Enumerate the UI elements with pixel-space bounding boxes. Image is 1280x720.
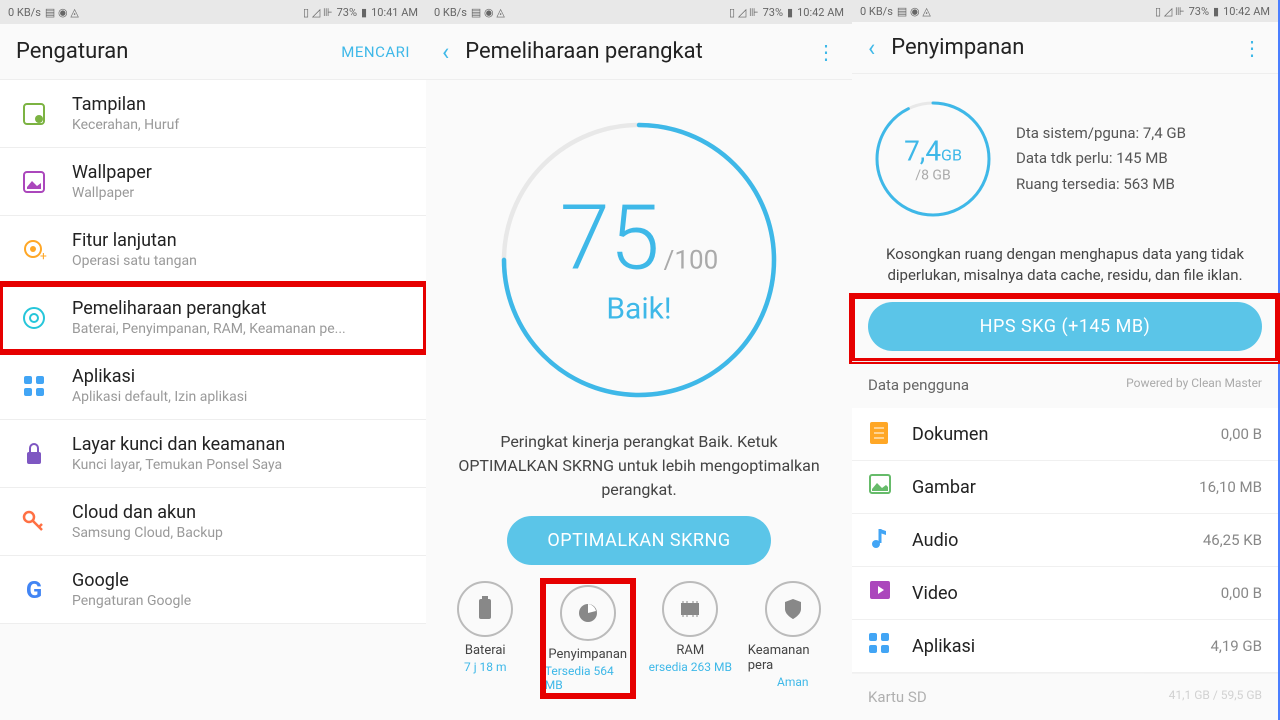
data-documents[interactable]: Dokumen0,00 B: [852, 408, 1278, 461]
section-header: Data pengguna Powered by Clean Master: [852, 361, 1278, 408]
description: Peringkat kinerja perangkat Baik. Ketuk …: [426, 410, 852, 516]
google-icon: G: [16, 572, 52, 608]
more-button[interactable]: ⋮: [1242, 36, 1262, 60]
data-images[interactable]: Gambar16,10 MB: [852, 461, 1278, 514]
data-list: Dokumen0,00 B Gambar16,10 MB Audio46,25 …: [852, 408, 1278, 673]
back-button[interactable]: ‹: [868, 34, 875, 62]
apps-icon: [868, 632, 896, 660]
display-icon: [16, 96, 52, 132]
sd-section: Kartu SD 41,1 GB / 59,5 GB: [852, 673, 1278, 720]
score-ring: 75/100 Baik!: [489, 110, 789, 410]
nav-ram[interactable]: RAMersedia 263 MB: [645, 581, 735, 696]
phone-storage: 0 KB/s ▤ ◉ ◬ ▯ ◿ ⊪ 73% ▮ 10:42 AM ‹ Peny…: [852, 0, 1278, 720]
storage-stats: Dta sistem/pguna: 7,4 GB Data tdk perlu:…: [1016, 121, 1186, 198]
storage-message: Kosongkan ruang dengan menghapus data ya…: [852, 244, 1278, 296]
page-title: Pengaturan: [16, 39, 341, 64]
storage-summary: 7,4GB /8 GB Dta sistem/pguna: 7,4 GB Dat…: [852, 74, 1278, 244]
item-apps[interactable]: AplikasiAplikasi default, Izin aplikasi: [0, 352, 426, 420]
document-icon: [868, 420, 896, 448]
item-wallpaper[interactable]: WallpaperWallpaper: [0, 148, 426, 216]
back-button[interactable]: ‹: [442, 38, 449, 66]
page-title: Pemeliharaan perangkat: [465, 39, 816, 64]
score-label: Baik!: [560, 292, 718, 327]
phone-settings: 0 KB/s ▤ ◉ ◬ ▯ ◿ ⊪ 73% ▮ 10:41 AM Pengat…: [0, 0, 426, 720]
audio-icon: [868, 526, 896, 554]
data-video[interactable]: Video0,00 B: [852, 567, 1278, 620]
gear-plus-icon: +: [16, 232, 52, 268]
storage-total: /8 GB: [904, 168, 962, 184]
data-audio[interactable]: Audio46,25 KB: [852, 514, 1278, 567]
maintenance-icon: [16, 300, 52, 336]
header: ‹ Pemeliharaan perangkat ⋮: [426, 24, 852, 80]
bottom-nav: Baterai7 j 18 m PenyimpananTersedia 564 …: [426, 565, 852, 704]
settings-list: TampilanKecerahan, Huruf WallpaperWallpa…: [0, 80, 426, 720]
more-button[interactable]: ⋮: [816, 40, 836, 64]
storage-used: 7,4: [904, 135, 941, 168]
score-value: 75: [560, 186, 660, 291]
page-title: Penyimpanan: [891, 35, 1242, 60]
item-display[interactable]: TampilanKecerahan, Huruf: [0, 80, 426, 148]
wallpaper-icon: [16, 164, 52, 200]
header: ‹ Penyimpanan ⋮: [852, 22, 1278, 74]
nav-battery[interactable]: Baterai7 j 18 m: [440, 581, 530, 696]
header: Pengaturan MENCARI: [0, 24, 426, 80]
video-icon: [868, 579, 896, 607]
status-bar: 0 KB/s ▤ ◉ ◬ ▯ ◿ ⊪ 73% ▮ 10:42 AM: [852, 0, 1278, 22]
clean-now-button[interactable]: HPS SKG (+145 MB): [868, 302, 1262, 351]
image-icon: [868, 473, 896, 501]
item-lockscreen[interactable]: Layar kunci dan keamananKunci layar, Tem…: [0, 420, 426, 488]
svg-text:+: +: [40, 249, 47, 263]
item-cloud[interactable]: Cloud dan akunSamsung Cloud, Backup: [0, 488, 426, 556]
nav-storage[interactable]: PenyimpananTersedia 564 MB: [543, 581, 633, 696]
item-device-maintenance[interactable]: Pemeliharaan perangkatBaterai, Penyimpan…: [0, 284, 426, 352]
key-icon: [16, 504, 52, 540]
optimize-button[interactable]: OPTIMALKAN SKRNG: [507, 516, 770, 565]
status-bar: 0 KB/s ▤ ◉ ◬ ▯ ◿ ⊪ 73% ▮ 10:41 AM: [0, 0, 426, 24]
nav-security[interactable]: Keamanan peraAman: [748, 581, 838, 696]
status-bar: 0 KB/s ▤ ◉ ◬ ▯ ◿ ⊪ 73% ▮ 10:42 AM: [426, 0, 852, 24]
phone-maintenance: 0 KB/s ▤ ◉ ◬ ▯ ◿ ⊪ 73% ▮ 10:42 AM ‹ Peme…: [426, 0, 852, 720]
clean-button-highlight: HPS SKG (+145 MB): [852, 296, 1278, 361]
apps-icon: [16, 368, 52, 404]
item-google[interactable]: G GooglePengaturan Google: [0, 556, 426, 624]
data-apps[interactable]: Aplikasi4,19 GB: [852, 620, 1278, 673]
lock-icon: [16, 436, 52, 472]
item-advanced[interactable]: + Fitur lanjutanOperasi satu tangan: [0, 216, 426, 284]
search-action[interactable]: MENCARI: [341, 43, 410, 61]
